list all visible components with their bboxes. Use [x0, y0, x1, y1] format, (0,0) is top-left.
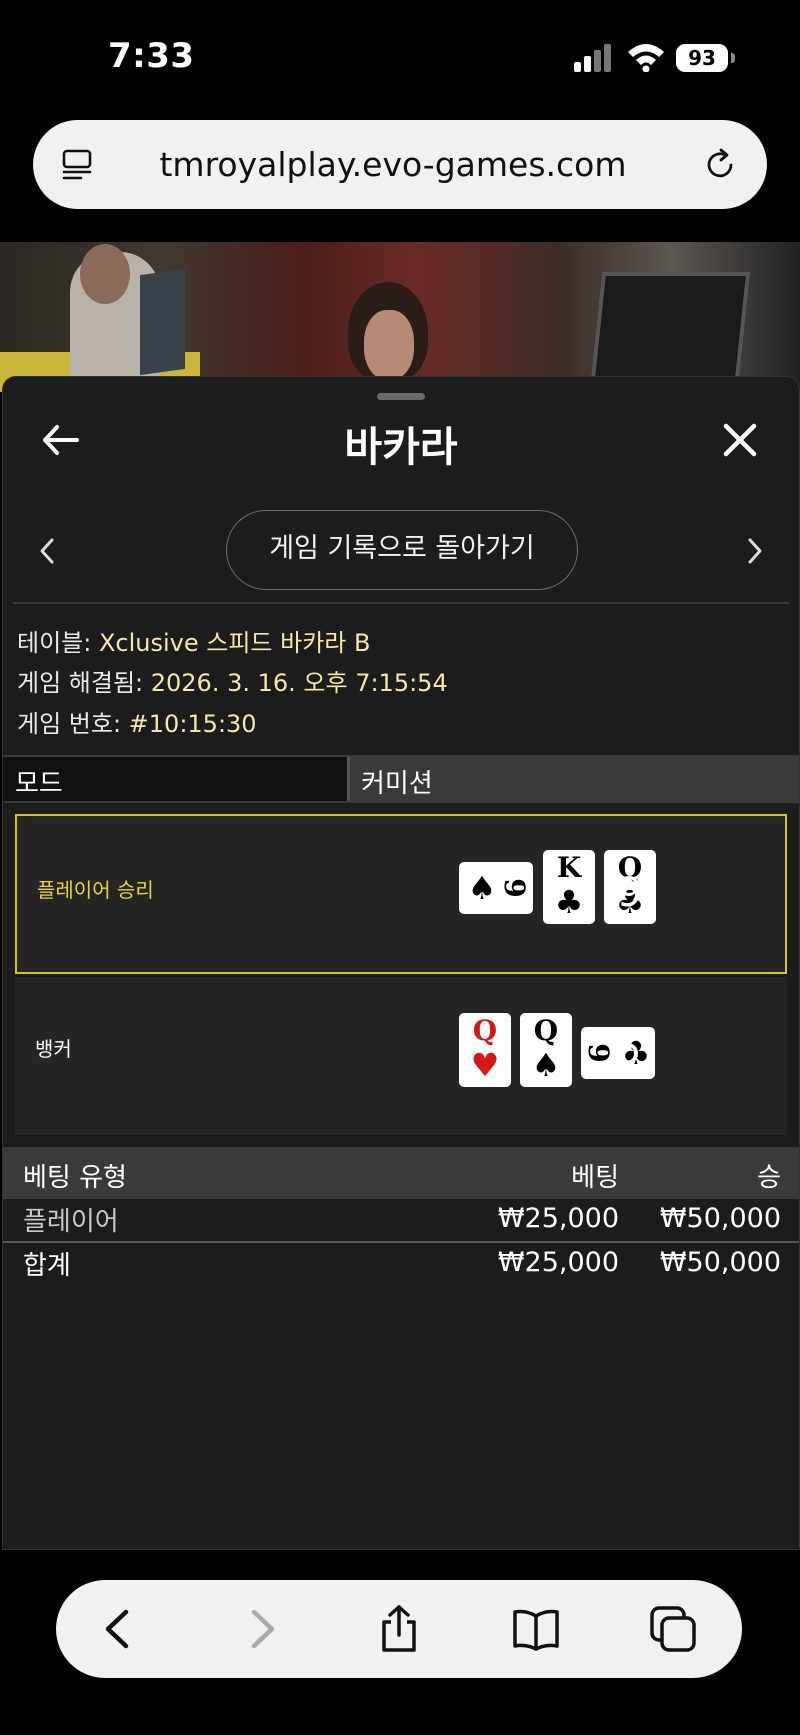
cellular-signal-icon [574, 44, 614, 72]
commission-label: 커미션 [361, 769, 433, 799]
bet-type-cell: 플레이어 [23, 1207, 119, 1237]
playing-card: K ♣ [543, 850, 595, 924]
back-to-history-button[interactable]: 게임 기록으로 돌아가기 [226, 510, 578, 590]
status-time: 7:33 [108, 36, 195, 76]
resolved-info-value: 2026. 3. 16. 오후 7:15:54 [150, 669, 448, 697]
total-bet-cell: ₩25,000 [497, 1247, 619, 1278]
bet-type-header: 베팅 유형 [23, 1163, 127, 1193]
card-suit: ♠ [467, 869, 497, 907]
bet-amount-cell: ₩25,000 [497, 1203, 619, 1234]
bet-amount-header: 베팅 [571, 1163, 619, 1193]
mode-row: 모드 커미션 [3, 755, 799, 803]
card-suit: ♠ [531, 1046, 561, 1084]
player-result: 플레이어 승리 ♠ 9 K ♣ Q ♣ 9 [15, 814, 787, 974]
share-icon[interactable] [374, 1604, 424, 1654]
game-number-value: #10:15:30 [128, 710, 257, 738]
table-info: 테이블: Xclusive 스피드 바카라 B [17, 623, 370, 658]
divider [13, 602, 789, 604]
panel-title: 바카라 [344, 423, 458, 471]
playing-card: Q ♥ [459, 1013, 511, 1087]
battery-level: 93 [676, 44, 728, 72]
win-amount-header: 승 [757, 1163, 781, 1193]
player-score: 9 [617, 870, 643, 916]
resolved-info-label: 게임 해결됨: [17, 669, 151, 697]
reload-icon[interactable] [701, 146, 739, 184]
back-icon[interactable] [94, 1604, 144, 1654]
win-amount-cell: ₩50,000 [659, 1203, 781, 1234]
table-info-label: 테이블: [17, 629, 99, 657]
drag-handle[interactable] [377, 393, 425, 400]
banker-score: 6 [615, 1027, 641, 1073]
card-rank: Q [533, 1014, 559, 1047]
game-number-label: 게임 번호: [17, 710, 129, 738]
card-rank: Q [472, 1014, 498, 1047]
battery-icon: 93 [676, 44, 735, 72]
url-text[interactable]: tmroyalplay.evo-games.com [133, 120, 653, 209]
playing-card: Q ♠ [520, 1013, 572, 1087]
bets-table-header: 베팅 유형 베팅 승 [3, 1147, 799, 1199]
card-suit: ♥ [470, 1046, 500, 1084]
card-suit: ♣ [554, 883, 584, 921]
card-rank: 9 [582, 1043, 615, 1063]
card-rank: 9 [498, 878, 531, 898]
player-win-label: 플레이어 승리 [37, 878, 154, 902]
address-bar[interactable]: tmroyalplay.evo-games.com [33, 120, 767, 209]
mode-label: 모드 [15, 769, 63, 799]
total-win-cell: ₩50,000 [659, 1247, 781, 1278]
bookmarks-icon[interactable] [511, 1604, 561, 1654]
close-icon[interactable] [723, 423, 757, 457]
tabs-icon[interactable] [648, 1604, 698, 1654]
card-rank: K [556, 851, 582, 884]
mode-cell: 모드 [3, 757, 350, 801]
total-label: 합계 [23, 1251, 71, 1281]
playing-card: ♠ 9 [459, 862, 533, 914]
page-menu-icon[interactable] [61, 148, 95, 182]
resolved-info: 게임 해결됨: 2026. 3. 16. 오후 7:15:54 [17, 663, 448, 698]
table-row: 플레이어 ₩25,000 ₩50,000 [3, 1199, 799, 1243]
browser-toolbar [56, 1580, 742, 1678]
game-number-info: 게임 번호: #10:15:30 [17, 704, 257, 739]
table-info-value: Xclusive 스피드 바카라 B [98, 629, 371, 657]
status-bar: 7:33 93 [0, 0, 800, 110]
chevron-left-icon[interactable] [37, 537, 57, 565]
banker-label: 뱅커 [35, 1037, 72, 1061]
forward-icon[interactable] [236, 1604, 286, 1654]
wifi-icon [628, 44, 664, 72]
chevron-right-icon[interactable] [745, 537, 765, 565]
game-detail-panel: 바카라 게임 기록으로 돌아가기 테이블: Xclusive 스피드 바카라 B… [2, 376, 800, 1550]
total-row: 합계 ₩25,000 ₩50,000 [3, 1243, 799, 1285]
live-video [0, 242, 800, 392]
banker-result: 뱅커 Q ♥ Q ♠ ♣ 9 6 [15, 977, 787, 1135]
